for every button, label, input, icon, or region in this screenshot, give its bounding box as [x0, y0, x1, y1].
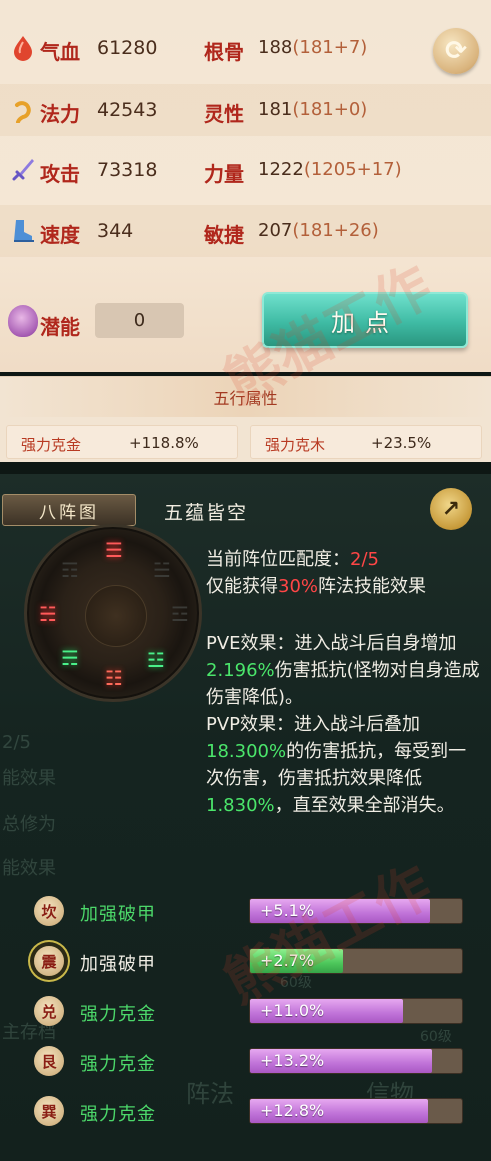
element-value: +118.8% [129, 434, 199, 452]
skill-name: 强力克金 [80, 1004, 156, 1025]
skill-name: 加强破甲 [80, 904, 156, 925]
trigram-top-left-icon[interactable]: ☶ [59, 558, 81, 582]
hp-value: 61280 [97, 37, 158, 59]
pve-value: 2.196% [206, 660, 275, 681]
sword-icon [10, 156, 36, 184]
pve-effect-text: PVE效果：进入战斗后自身增加2.196%伤害抵抗(怪物对自身造成伤害降低)。 [206, 633, 480, 708]
agility-value: 207(181+26) [258, 220, 379, 241]
skill-progress-bar: +2.7% [249, 948, 463, 974]
skill-name: 加强破甲 [80, 954, 156, 975]
spirit-value: 181(181+0) [258, 99, 368, 120]
speed-label: 速度 [40, 223, 80, 247]
boot-icon [10, 217, 36, 245]
skill-progress-value: +2.7% [260, 951, 315, 970]
hp-label: 气血 [40, 40, 80, 64]
element-name: 强力克金 [21, 436, 82, 454]
share-icon: ↗ [441, 496, 461, 522]
background-ghost-text: 能效果 [2, 768, 56, 789]
bagua-wheel[interactable]: ☰ ☱ ☲ ☳ ☷ ☴ ☵ ☶ [24, 524, 202, 702]
trigram-right-icon[interactable]: ☲ [169, 602, 191, 626]
formation-skill-row[interactable]: 震 加强破甲 +2.7% [0, 942, 491, 982]
mana-swirl-icon [10, 96, 36, 124]
trigram-bottom-icon[interactable]: ☷ [103, 666, 125, 690]
skill-progress-value: +5.1% [260, 901, 315, 920]
attr-row-speed: 速度 344 敏捷 207(181+26) [0, 205, 491, 257]
attack-label: 攻击 [40, 162, 80, 186]
pvp-value-2: 1.830% [206, 795, 275, 816]
skill-progress-value: +11.0% [260, 1001, 325, 1020]
skill-progress-value: +12.8% [260, 1101, 325, 1120]
gen-trigram-icon: 艮 [34, 1046, 64, 1076]
element-name: 强力克木 [265, 436, 326, 454]
trigram-top-icon[interactable]: ☰ [103, 538, 125, 562]
attr-row-mp: 法力 42543 灵性 181(181+0) [0, 84, 491, 136]
potential-label: 潜能 [40, 315, 80, 339]
attr-row-attack: 攻击 73318 力量 1222(1205+17) [0, 144, 491, 196]
match-line: 当前阵位匹配度：2/5 [206, 549, 379, 570]
skill-progress-bar: +12.8% [249, 1098, 463, 1124]
mp-value: 42543 [97, 99, 158, 121]
refresh-attributes-button[interactable]: ⟳ [433, 28, 479, 74]
skill-name: 强力克金 [80, 1054, 156, 1075]
xun-trigram-icon: 巽 [34, 1096, 64, 1126]
formation-panel: 2/5 能效果 总修为 能效果 60级 60级 主存档 阵法 信物 八阵图 五蕴… [0, 474, 491, 1161]
element-value: +23.5% [371, 434, 432, 452]
skill-progress-bar: +11.0% [249, 998, 463, 1024]
effect-percent: 30% [278, 576, 319, 597]
formation-name: 五蕴皆空 [164, 502, 249, 524]
agility-label: 敏捷 [204, 223, 244, 247]
trigram-left-icon[interactable]: ☵ [37, 602, 59, 626]
potential-value: 0 [95, 303, 184, 338]
trigram-bottom-right-icon[interactable]: ☳ [145, 648, 167, 672]
attack-value: 73318 [97, 159, 158, 181]
attr-row-hp: 气血 61280 根骨 188(181+7) [0, 22, 491, 74]
mp-label: 法力 [40, 102, 80, 126]
background-ghost-text: 2/5 [2, 732, 31, 753]
formation-skill-row[interactable]: 坎 加强破甲 +5.1% [0, 892, 491, 932]
formation-skill-row[interactable]: 巽 强力克金 +12.8% [0, 1092, 491, 1132]
skill-name: 强力克金 [80, 1104, 156, 1125]
spirit-label: 灵性 [204, 102, 244, 126]
dui-trigram-icon: 兑 [34, 996, 64, 1026]
add-point-button[interactable]: 加点 [262, 292, 468, 348]
kan-trigram-icon: 坎 [34, 896, 64, 926]
trigram-bottom-left-icon[interactable]: ☴ [59, 646, 81, 670]
potential-icon [8, 305, 38, 337]
constitution-value: 188(181+7) [258, 37, 368, 58]
trigram-top-right-icon[interactable]: ☱ [151, 558, 173, 582]
tab-eight-formation[interactable]: 八阵图 [2, 494, 136, 526]
formation-skill-row[interactable]: 兑 强力克金 +11.0% [0, 992, 491, 1032]
formation-skill-row[interactable]: 艮 强力克金 +13.2% [0, 1042, 491, 1082]
wheel-hub [85, 585, 147, 647]
zhen-trigram-icon: 震 [34, 946, 64, 976]
skill-progress-bar: +13.2% [249, 1048, 463, 1074]
blood-drop-icon [10, 34, 36, 62]
skill-progress-value: +13.2% [260, 1051, 325, 1070]
pvp-effect-text: PVP效果：进入战斗后叠加18.300%的伤害抵抗，每受到一次伤害，伤害抵抗效果… [206, 714, 467, 816]
five-elements-title: 五行属性 [0, 377, 491, 417]
match-value: 2/5 [350, 549, 379, 570]
strength-value: 1222(1205+17) [258, 159, 402, 180]
pvp-value: 18.300% [206, 741, 287, 762]
speed-value: 344 [97, 220, 134, 242]
skill-progress-bar: +5.1% [249, 898, 463, 924]
refresh-icon: ⟳ [445, 36, 467, 66]
effect-line: 仅能获得30%阵法技能效果 [206, 576, 427, 597]
five-elements-panel: 五行属性 强力克金 +118.8% 强力克木 +23.5% [0, 376, 491, 462]
background-ghost-text: 能效果 [2, 858, 56, 879]
five-elements-item: 强力克木 +23.5% [250, 425, 482, 459]
five-elements-item: 强力克金 +118.8% [6, 425, 238, 459]
strength-label: 力量 [204, 162, 244, 186]
share-button[interactable]: ↗ [430, 488, 472, 530]
background-ghost-text: 总修为 [2, 814, 56, 835]
constitution-label: 根骨 [204, 40, 244, 64]
attribute-panel: 气血 61280 根骨 188(181+7) ⟳ 法力 42543 灵性 181… [0, 0, 491, 372]
